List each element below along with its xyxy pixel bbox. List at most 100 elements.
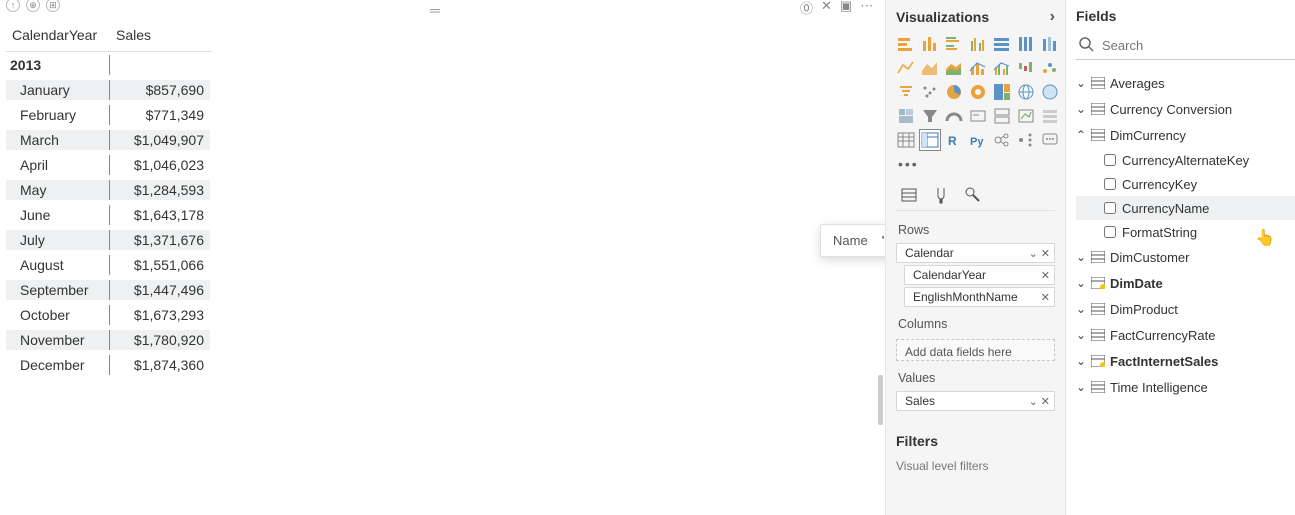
- chevron-down-icon[interactable]: ⌄: [1076, 354, 1086, 368]
- visual-header-right[interactable]: ⓪ ✕ ▣ ⋯: [800, 0, 873, 17]
- stacked-column-icon[interactable]: [920, 34, 940, 54]
- line-clustered-column-icon[interactable]: [992, 58, 1012, 78]
- stacked-column-100-icon[interactable]: [1016, 34, 1036, 54]
- viz-more-icon[interactable]: •••: [896, 154, 1055, 180]
- card-icon[interactable]: [968, 106, 988, 126]
- line-stacked-column-icon[interactable]: [968, 58, 988, 78]
- focus-icon[interactable]: ▣: [840, 0, 852, 17]
- more-icon[interactable]: ⋯: [860, 0, 873, 17]
- stacked-bar-100-icon[interactable]: [992, 34, 1012, 54]
- pin-icon[interactable]: ⓪: [800, 0, 813, 17]
- remove-icon[interactable]: ✕: [1041, 269, 1050, 282]
- ribbon-icon[interactable]: [1040, 34, 1060, 54]
- donut-icon[interactable]: [968, 82, 988, 102]
- shape-map-icon[interactable]: [896, 106, 916, 126]
- col-header-calendaryear[interactable]: CalendarYear: [6, 23, 110, 49]
- map-icon[interactable]: [1016, 82, 1036, 102]
- qa-visual-icon[interactable]: [1040, 130, 1060, 150]
- scrollbar[interactable]: [878, 375, 883, 425]
- decomposition-tree-icon[interactable]: [1016, 130, 1036, 150]
- field-item[interactable]: CurrencyKey: [1076, 172, 1295, 196]
- columns-placeholder[interactable]: Add data fields here: [896, 339, 1055, 361]
- field-checkbox[interactable]: [1104, 154, 1116, 166]
- expand-all-icon[interactable]: ⊞: [46, 0, 60, 12]
- waterfall-icon[interactable]: [1016, 58, 1036, 78]
- chevron-down-icon[interactable]: ⌄: [1076, 250, 1086, 264]
- analytics-tab-icon[interactable]: [964, 186, 982, 204]
- multirow-card-icon[interactable]: [992, 106, 1012, 126]
- funnel-icon[interactable]: [920, 106, 940, 126]
- chevron-down-icon[interactable]: ⌄: [1076, 328, 1086, 342]
- fields-search[interactable]: [1076, 32, 1295, 60]
- filter-icon[interactable]: ✕: [821, 0, 832, 17]
- table-item[interactable]: ⌄ Currency Conversion: [1076, 96, 1295, 122]
- table-item[interactable]: ⌄ DimProduct: [1076, 296, 1295, 322]
- treemap-icon[interactable]: [992, 82, 1012, 102]
- table-row: July$1,371,676: [6, 227, 212, 252]
- small-scatter-icon[interactable]: [920, 82, 940, 102]
- col-header-sales[interactable]: Sales: [110, 23, 204, 49]
- stacked-bar-icon[interactable]: [896, 34, 916, 54]
- table-icon: [1091, 103, 1105, 115]
- table-row: January$857,690: [6, 77, 212, 102]
- remove-icon[interactable]: ✕: [1041, 395, 1050, 408]
- key-influencers-icon[interactable]: [992, 130, 1012, 150]
- visual-header-icons[interactable]: ↑ ⊕ ⊞: [6, 0, 60, 12]
- chevron-down-icon[interactable]: ⌄: [1076, 380, 1086, 394]
- field-item[interactable]: CurrencyAlternateKey: [1076, 148, 1295, 172]
- chevron-down-icon[interactable]: ⌄: [1076, 276, 1086, 290]
- field-item-hover[interactable]: CurrencyName: [1076, 196, 1295, 220]
- python-visual-icon[interactable]: Py: [968, 130, 988, 150]
- table-icon[interactable]: [896, 130, 916, 150]
- tornado-icon[interactable]: [896, 82, 916, 102]
- chevron-down-icon[interactable]: ⌄: [1076, 302, 1086, 316]
- table-item[interactable]: ⌄ Averages: [1076, 70, 1295, 96]
- table-item-used[interactable]: ⌄ DimDate: [1076, 270, 1295, 296]
- kpi-icon[interactable]: [1016, 106, 1036, 126]
- remove-icon[interactable]: ✕: [1041, 291, 1050, 304]
- line-icon[interactable]: [896, 58, 916, 78]
- table-item[interactable]: ⌄ FactCurrencyRate: [1076, 322, 1295, 348]
- rows-field-chip[interactable]: Calendar ⌄✕: [896, 243, 1055, 263]
- field-item[interactable]: FormatString: [1076, 220, 1295, 244]
- expand-icon[interactable]: ⊕: [26, 0, 40, 12]
- chevron-up-icon[interactable]: ⌃: [1076, 128, 1086, 142]
- pie-icon[interactable]: [944, 82, 964, 102]
- format-wells-tabs: [896, 180, 1055, 211]
- table-row: December$1,874,360: [6, 352, 212, 377]
- format-tab-icon[interactable]: [932, 186, 950, 204]
- rows-child-chip[interactable]: EnglishMonthName ✕: [904, 287, 1055, 307]
- drill-up-icon[interactable]: ↑: [6, 0, 20, 12]
- table-item-expanded[interactable]: ⌃ DimCurrency: [1076, 122, 1295, 148]
- table-icon: [1091, 129, 1105, 141]
- field-checkbox[interactable]: [1104, 226, 1116, 238]
- rows-child-chip[interactable]: CalendarYear ✕: [904, 265, 1055, 285]
- filled-map-icon[interactable]: [1040, 82, 1060, 102]
- r-visual-icon[interactable]: R: [944, 130, 964, 150]
- clustered-bar-icon[interactable]: [944, 34, 964, 54]
- field-checkbox[interactable]: [1104, 202, 1116, 214]
- collapse-pane-icon[interactable]: ›: [1050, 8, 1055, 26]
- slicer-icon[interactable]: [1040, 106, 1060, 126]
- table-item-used[interactable]: ⌄ FactInternetSales: [1076, 348, 1295, 374]
- chevron-down-icon[interactable]: ⌄: [1076, 102, 1086, 116]
- remove-icon[interactable]: ✕: [1041, 247, 1050, 260]
- chevron-down-icon[interactable]: ⌄: [1029, 395, 1038, 408]
- search-input[interactable]: [1076, 32, 1295, 60]
- matrix-visual[interactable]: CalendarYear Sales 2013 January$857,690 …: [6, 20, 212, 377]
- clustered-column-icon[interactable]: [968, 34, 988, 54]
- year-row[interactable]: 2013: [6, 52, 212, 77]
- rows-well-label: Rows: [896, 219, 1055, 241]
- area-icon[interactable]: [920, 58, 940, 78]
- fields-tab-icon[interactable]: [900, 186, 918, 204]
- field-checkbox[interactable]: [1104, 178, 1116, 190]
- matrix-icon[interactable]: [920, 130, 940, 150]
- chevron-down-icon[interactable]: ⌄: [1076, 76, 1086, 90]
- gauge-icon[interactable]: [944, 106, 964, 126]
- table-item[interactable]: ⌄ Time Intelligence: [1076, 374, 1295, 400]
- values-field-chip[interactable]: Sales ⌄✕: [896, 391, 1055, 411]
- table-item[interactable]: ⌄ DimCustomer: [1076, 244, 1295, 270]
- stacked-area-icon[interactable]: [944, 58, 964, 78]
- scatter-icon[interactable]: [1040, 58, 1060, 78]
- chevron-down-icon[interactable]: ⌄: [1029, 247, 1038, 260]
